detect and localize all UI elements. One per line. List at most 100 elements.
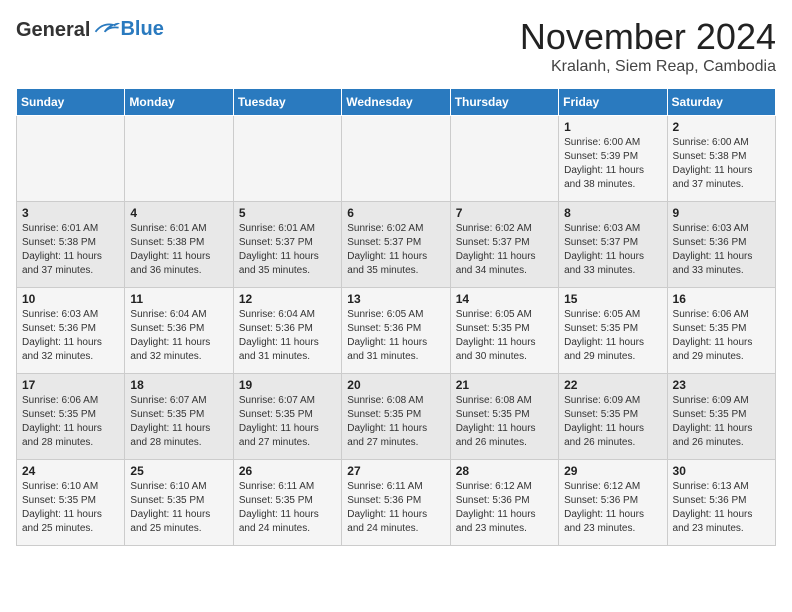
day-number: 7 [456, 206, 553, 220]
day-cell: 19Sunrise: 6:07 AM Sunset: 5:35 PM Dayli… [233, 374, 341, 460]
location-title: Kralanh, Siem Reap, Cambodia [520, 58, 776, 76]
day-cell: 8 Sunrise: 6:03 AM Sunset: 5:37 PM Daylig… [559, 202, 667, 288]
day-cell: 27Sunrise: 6:11 AM Sunset: 5:36 PM Dayli… [342, 460, 450, 546]
weekday-header-monday: Monday [125, 89, 233, 116]
day-number: 18 [130, 378, 227, 392]
day-info: Sunrise: 6:10 AM Sunset: 5:35 PM Dayligh… [130, 480, 227, 536]
day-info: Sunrise: 6:12 AM Sunset: 5:36 PM Dayligh… [564, 480, 661, 536]
day-cell: 18 Sunrise: 6:07 AM Sunset: 5:35 PM Dayli… [125, 374, 233, 460]
day-info: Sunrise: 6:01 AM Sunset: 5:38 PM Dayligh… [130, 222, 227, 278]
day-number: 20 [347, 378, 444, 392]
day-cell: 15 Sunrise: 6:05 AM Sunset: 5:35 PM Dayli… [559, 288, 667, 374]
day-info: Sunrise: 6:11 AM Sunset: 5:35 PM Dayligh… [239, 480, 336, 536]
day-info: Sunrise: 6:02 AM Sunset: 5:37 PM Dayligh… [456, 222, 553, 278]
day-info: Sunrise: 6:05 AM Sunset: 5:36 PM Dayligh… [347, 308, 444, 364]
day-cell [125, 116, 233, 202]
weekday-header-row: SundayMondayTuesdayWednesdayThursdayFrid… [17, 89, 776, 116]
day-info: Sunrise: 6:13 AM Sunset: 5:36 PM Dayligh… [673, 480, 770, 536]
day-info: Sunrise: 6:08 AM Sunset: 5:35 PM Dayligh… [347, 394, 444, 450]
day-number: 29 [564, 464, 661, 478]
day-info: Sunrise: 6:09 AM Sunset: 5:35 PM Dayligh… [564, 394, 661, 450]
day-cell: 10 Sunrise: 6:03 AM Sunset: 5:36 PM Dayli… [17, 288, 125, 374]
day-info: Sunrise: 6:12 AM Sunset: 5:36 PM Dayligh… [456, 480, 553, 536]
weekday-header-thursday: Thursday [450, 89, 558, 116]
day-cell: 9 Sunrise: 6:03 AM Sunset: 5:36 PM Daylig… [667, 202, 775, 288]
logo: General Blue [16, 16, 164, 42]
day-cell: 29 Sunrise: 6:12 AM Sunset: 5:36 PM Dayli… [559, 460, 667, 546]
weekday-header-tuesday: Tuesday [233, 89, 341, 116]
day-cell: 21 Sunrise: 6:08 AM Sunset: 5:35 PM Dayli… [450, 374, 558, 460]
day-number: 1 [564, 120, 661, 134]
day-number: 12 [239, 292, 336, 306]
day-cell [17, 116, 125, 202]
weekday-header-sunday: Sunday [17, 89, 125, 116]
day-cell: 23 Sunrise: 6:09 AM Sunset: 5:35 PM Dayli… [667, 374, 775, 460]
day-info: Sunrise: 6:05 AM Sunset: 5:35 PM Dayligh… [564, 308, 661, 364]
day-info: Sunrise: 6:10 AM Sunset: 5:35 PM Dayligh… [22, 480, 119, 536]
day-cell: 17 Sunrise: 6:06 AM Sunset: 5:35 PM Dayli… [17, 374, 125, 460]
day-info: Sunrise: 6:11 AM Sunset: 5:36 PM Dayligh… [347, 480, 444, 536]
day-info: Sunrise: 6:02 AM Sunset: 5:37 PM Dayligh… [347, 222, 444, 278]
day-number: 30 [673, 464, 770, 478]
day-cell: 13 Sunrise: 6:05 AM Sunset: 5:36 PM Dayli… [342, 288, 450, 374]
week-row-5: 24 Sunrise: 6:10 AM Sunset: 5:35 PM Dayli… [17, 460, 776, 546]
day-cell: 7 Sunrise: 6:02 AM Sunset: 5:37 PM Daylig… [450, 202, 558, 288]
day-number: 11 [130, 292, 227, 306]
day-cell: 1Sunrise: 6:00 AM Sunset: 5:39 PM Daylig… [559, 116, 667, 202]
day-cell: 4 Sunrise: 6:01 AM Sunset: 5:38 PM Daylig… [125, 202, 233, 288]
day-info: Sunrise: 6:05 AM Sunset: 5:35 PM Dayligh… [456, 308, 553, 364]
day-cell: 22Sunrise: 6:09 AM Sunset: 5:35 PM Dayli… [559, 374, 667, 460]
day-number: 3 [22, 206, 119, 220]
day-number: 15 [564, 292, 661, 306]
day-cell: 11 Sunrise: 6:04 AM Sunset: 5:36 PM Dayli… [125, 288, 233, 374]
day-number: 5 [239, 206, 336, 220]
day-info: Sunrise: 6:01 AM Sunset: 5:38 PM Dayligh… [22, 222, 119, 278]
day-cell: 6 Sunrise: 6:02 AM Sunset: 5:37 PM Daylig… [342, 202, 450, 288]
day-cell: 12 Sunrise: 6:04 AM Sunset: 5:36 PM Dayli… [233, 288, 341, 374]
day-number: 8 [564, 206, 661, 220]
day-info: Sunrise: 6:04 AM Sunset: 5:36 PM Dayligh… [239, 308, 336, 364]
day-cell: 2Sunrise: 6:00 AM Sunset: 5:38 PM Daylig… [667, 116, 775, 202]
day-number: 4 [130, 206, 227, 220]
day-info: Sunrise: 6:03 AM Sunset: 5:37 PM Dayligh… [564, 222, 661, 278]
day-number: 17 [22, 378, 119, 392]
day-info: Sunrise: 6:03 AM Sunset: 5:36 PM Dayligh… [22, 308, 119, 364]
day-cell [233, 116, 341, 202]
day-cell: 14 Sunrise: 6:05 AM Sunset: 5:35 PM Dayli… [450, 288, 558, 374]
logo-general: General [16, 16, 90, 42]
day-number: 13 [347, 292, 444, 306]
day-cell: 24 Sunrise: 6:10 AM Sunset: 5:35 PM Dayli… [17, 460, 125, 546]
day-info: Sunrise: 6:06 AM Sunset: 5:35 PM Dayligh… [22, 394, 119, 450]
day-cell [450, 116, 558, 202]
logo-bird-icon [92, 19, 120, 39]
day-number: 10 [22, 292, 119, 306]
day-info: Sunrise: 6:08 AM Sunset: 5:35 PM Dayligh… [456, 394, 553, 450]
day-number: 6 [347, 206, 444, 220]
day-cell: 16Sunrise: 6:06 AM Sunset: 5:35 PM Dayli… [667, 288, 775, 374]
day-number: 28 [456, 464, 553, 478]
page-header: General Blue November 2024 Kralanh, Siem… [16, 16, 776, 76]
day-info: Sunrise: 6:07 AM Sunset: 5:35 PM Dayligh… [130, 394, 227, 450]
month-title: November 2024 [520, 16, 776, 58]
title-block: November 2024 Kralanh, Siem Reap, Cambod… [520, 16, 776, 76]
day-number: 9 [673, 206, 770, 220]
day-cell: 25 Sunrise: 6:10 AM Sunset: 5:35 PM Dayli… [125, 460, 233, 546]
day-number: 24 [22, 464, 119, 478]
day-info: Sunrise: 6:09 AM Sunset: 5:35 PM Dayligh… [673, 394, 770, 450]
day-number: 14 [456, 292, 553, 306]
day-number: 23 [673, 378, 770, 392]
day-cell: 20 Sunrise: 6:08 AM Sunset: 5:35 PM Dayli… [342, 374, 450, 460]
day-info: Sunrise: 6:04 AM Sunset: 5:36 PM Dayligh… [130, 308, 227, 364]
day-info: Sunrise: 6:03 AM Sunset: 5:36 PM Dayligh… [673, 222, 770, 278]
day-cell: 26 Sunrise: 6:11 AM Sunset: 5:35 PM Dayli… [233, 460, 341, 546]
day-number: 21 [456, 378, 553, 392]
weekday-header-wednesday: Wednesday [342, 89, 450, 116]
logo-blue: Blue [120, 18, 163, 41]
day-cell: 3 Sunrise: 6:01 AM Sunset: 5:38 PM Daylig… [17, 202, 125, 288]
day-cell: 30 Sunrise: 6:13 AM Sunset: 5:36 PM Dayli… [667, 460, 775, 546]
day-info: Sunrise: 6:06 AM Sunset: 5:35 PM Dayligh… [673, 308, 770, 364]
day-number: 25 [130, 464, 227, 478]
day-info: Sunrise: 6:00 AM Sunset: 5:38 PM Dayligh… [673, 136, 770, 192]
week-row-4: 17 Sunrise: 6:06 AM Sunset: 5:35 PM Dayli… [17, 374, 776, 460]
day-number: 26 [239, 464, 336, 478]
